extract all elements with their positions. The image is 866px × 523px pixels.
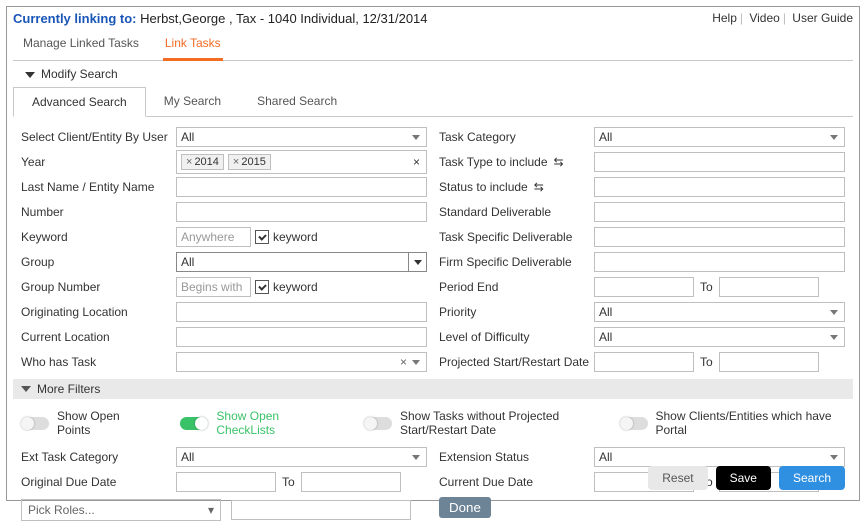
projected-to[interactable]	[719, 352, 819, 372]
to-label: To	[700, 355, 713, 369]
task-category-select[interactable]: All	[594, 127, 845, 147]
firm-deliverable-input[interactable]	[594, 252, 845, 272]
label-portal: Show Clients/Entities which have Portal	[656, 409, 846, 437]
groupnum-hint: keyword	[273, 280, 318, 294]
swap-icon[interactable]: ⇆	[534, 180, 544, 194]
label-last-name: Last Name / Entity Name	[21, 180, 176, 194]
period-end-to[interactable]	[719, 277, 819, 297]
groupnum-mode-caret[interactable]	[255, 280, 269, 294]
std-deliverable-input[interactable]	[594, 202, 845, 222]
linking-header: Currently linking to: Herbst,George , Ta…	[13, 11, 428, 26]
label-priority: Priority	[439, 305, 594, 319]
label-projected-date: Projected Start/Restart Date	[439, 355, 594, 369]
year-input[interactable]: ×2014×2015 ×	[176, 150, 427, 174]
label-open-points: Show Open Points	[57, 409, 150, 437]
toggle-no-projected[interactable]	[364, 417, 392, 430]
search-button[interactable]: Search	[779, 466, 845, 490]
save-button[interactable]: Save	[716, 466, 771, 490]
label-task-type: Task Type to include⇆	[439, 155, 594, 169]
year-chip-2014[interactable]: ×2014	[181, 154, 224, 170]
reset-button[interactable]: Reset	[648, 466, 707, 490]
label-task-category: Task Category	[439, 130, 594, 144]
keyword-mode-caret[interactable]	[255, 230, 269, 244]
status-input[interactable]	[594, 177, 845, 197]
label-std-deliverable: Standard Deliverable	[439, 205, 594, 219]
period-end-from[interactable]	[594, 277, 694, 297]
year-chip-2015[interactable]: ×2015	[228, 154, 271, 170]
right-column: Task CategoryAll Task Type to include⇆ S…	[439, 125, 845, 375]
ext-category-select[interactable]: All	[176, 447, 427, 467]
who-has-task-select[interactable]	[176, 352, 427, 372]
search-subtabs: Advanced Search My Search Shared Search	[13, 87, 853, 117]
orig-due-from[interactable]	[176, 472, 276, 492]
tab-link-tasks[interactable]: Link Tasks	[163, 30, 223, 61]
orig-due-to[interactable]	[301, 472, 401, 492]
more-filters-bar[interactable]: More Filters	[13, 379, 853, 399]
to-label: To	[700, 280, 713, 294]
label-who-has-task: Who has Task	[21, 355, 176, 369]
number-input[interactable]	[176, 202, 427, 222]
label-curr-due: Current Due Date	[439, 475, 594, 489]
curr-location-input[interactable]	[176, 327, 427, 347]
label-orig-due: Original Due Date	[21, 475, 176, 489]
label-no-projected: Show Tasks without Projected Start/Resta…	[400, 409, 590, 437]
main-tabs: Manage Linked Tasks Link Tasks	[13, 30, 853, 61]
select-user-dropdown[interactable]: All	[176, 127, 427, 147]
label-task-deliverable: Task Specific Deliverable	[439, 230, 594, 244]
label-firm-deliverable: Firm Specific Deliverable	[439, 255, 594, 269]
tab-manage-linked-tasks[interactable]: Manage Linked Tasks	[21, 30, 141, 60]
task-type-input[interactable]	[594, 152, 845, 172]
keyword-mode-select[interactable]: Anywhere	[176, 227, 251, 247]
label-curr-location: Current Location	[21, 330, 176, 344]
chevron-down-icon	[21, 386, 31, 392]
groupnum-mode-select[interactable]: Begins with	[176, 277, 251, 297]
link-tasks-panel: Currently linking to: Herbst,George , Ta…	[6, 6, 860, 501]
chevron-down-icon: ▾	[208, 503, 214, 517]
task-deliverable-input[interactable]	[594, 227, 845, 247]
priority-select[interactable]: All	[594, 302, 845, 322]
toggle-open-checklists[interactable]	[180, 417, 208, 430]
video-link[interactable]: Video	[749, 11, 779, 25]
label-ext-category: Ext Task Category	[21, 450, 176, 464]
pick-roles-select[interactable]: Pick Roles...▾	[21, 499, 221, 521]
difficulty-select[interactable]: All	[594, 327, 845, 347]
toggle-open-points[interactable]	[21, 417, 49, 430]
label-period-end: Period End	[439, 280, 594, 294]
footer-buttons: Reset Save Search	[648, 466, 845, 490]
label-difficulty: Level of Difficulty	[439, 330, 594, 344]
label-status: Status to include⇆	[439, 180, 594, 194]
orig-location-input[interactable]	[176, 302, 427, 322]
modify-search-toggle[interactable]: Modify Search	[13, 61, 853, 87]
done-button[interactable]: Done	[439, 497, 491, 518]
label-select-user: Select Client/Entity By User	[21, 130, 176, 144]
label-keyword: Keyword	[21, 230, 176, 244]
label-number: Number	[21, 205, 176, 219]
chevron-down-icon	[25, 72, 35, 78]
left-column: Select Client/Entity By UserAll Year×201…	[21, 125, 427, 375]
group-select[interactable]: All	[176, 252, 427, 272]
label-group-number: Group Number	[21, 280, 176, 294]
ext-status-select[interactable]: All	[594, 447, 845, 467]
subtab-shared-search[interactable]: Shared Search	[239, 87, 355, 116]
clear-who-icon[interactable]: ×	[400, 355, 407, 369]
last-name-input[interactable]	[176, 177, 427, 197]
label-open-checklists: Show Open CheckLists	[216, 409, 334, 437]
keyword-hint: keyword	[273, 230, 318, 244]
roles-value-input[interactable]	[231, 500, 411, 520]
label-ext-status: Extension Status	[439, 450, 594, 464]
clear-years-icon[interactable]: ×	[413, 155, 420, 169]
help-link[interactable]: Help	[712, 11, 737, 25]
label-group: Group	[21, 255, 176, 269]
projected-from[interactable]	[594, 352, 694, 372]
label-orig-location: Originating Location	[21, 305, 176, 319]
subtab-my-search[interactable]: My Search	[146, 87, 239, 116]
user-guide-link[interactable]: User Guide	[792, 11, 853, 25]
swap-icon[interactable]: ⇆	[554, 155, 564, 169]
to-label: To	[282, 475, 295, 489]
help-links: Help| Video| User Guide	[712, 11, 853, 25]
toggle-portal[interactable]	[620, 417, 648, 430]
label-year: Year	[21, 155, 176, 169]
subtab-advanced-search[interactable]: Advanced Search	[13, 87, 146, 117]
